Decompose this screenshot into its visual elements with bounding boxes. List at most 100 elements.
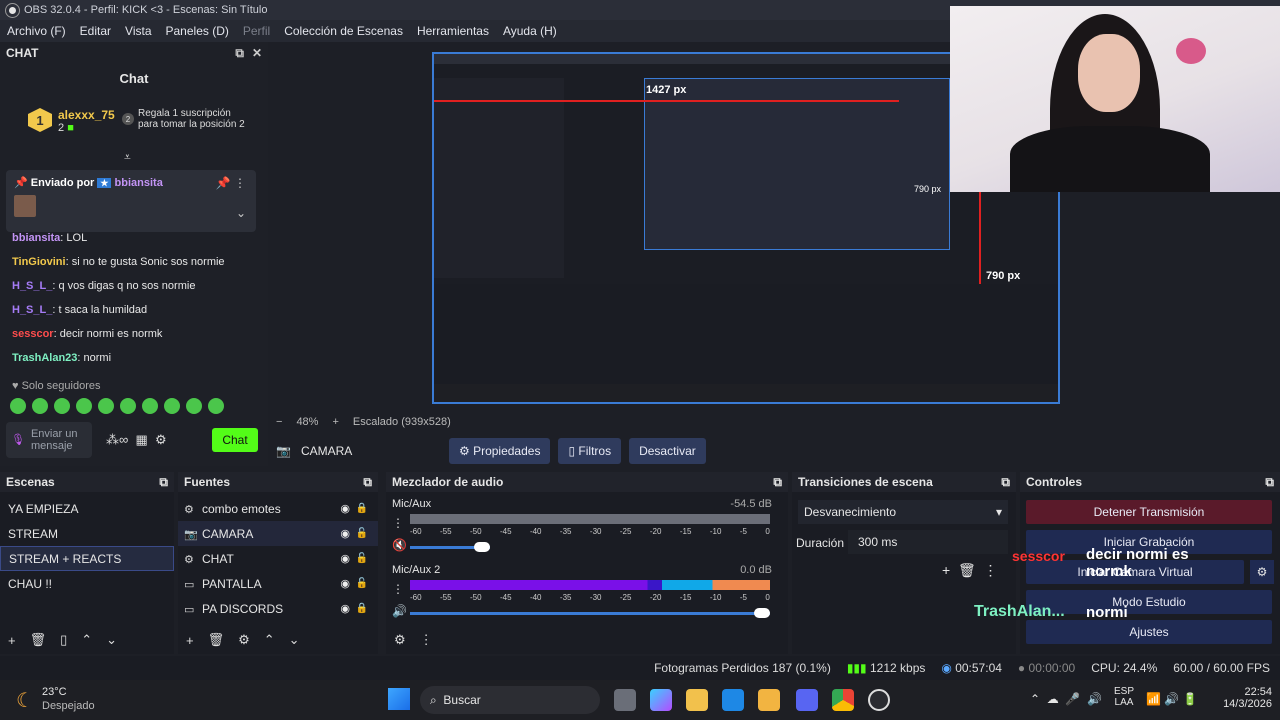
- float-icon[interactable]: ⧉: [363, 475, 372, 490]
- chat-tools-icons[interactable]: ⁂∞ ▦ ⚙: [106, 432, 167, 448]
- float-icon[interactable]: ⧉: [159, 475, 168, 490]
- taskbar-search[interactable]: ⌕ Buscar: [420, 686, 600, 714]
- trash-icon[interactable]: 🗑: [208, 632, 225, 648]
- properties-button[interactable]: ⚙ Propiedades: [448, 438, 551, 464]
- scene-item[interactable]: STREAM + REACTS: [0, 546, 174, 571]
- stop-streaming-button[interactable]: Detener Transmisión: [1026, 500, 1272, 524]
- source-item[interactable]: 📷 CAMARA ◉ 🔓: [178, 521, 378, 546]
- trash-icon[interactable]: 🗑: [30, 632, 47, 648]
- float-icon[interactable]: ⧉: [1265, 475, 1274, 490]
- zoom-in-icon[interactable]: +: [332, 416, 338, 428]
- float-icon[interactable]: ⧉: [1001, 475, 1010, 490]
- slider-handle[interactable]: [474, 542, 490, 552]
- tray-icons[interactable]: ⌃ ☁ 🎤 🔊: [1030, 692, 1102, 706]
- windows-start-icon[interactable]: [388, 688, 410, 710]
- add-icon[interactable]: +: [186, 633, 194, 648]
- chat-send-button[interactable]: Chat: [212, 428, 258, 452]
- menu-perfil[interactable]: Perfil: [236, 24, 277, 38]
- mic-icon[interactable]: 🎙: [11, 434, 25, 446]
- menu-paneles[interactable]: Paneles (D): [159, 24, 236, 38]
- network-icons[interactable]: 📶 🔊 🔋: [1146, 692, 1198, 706]
- eye-icon[interactable]: ◉: [340, 552, 350, 565]
- lock-icon[interactable]: 🔓: [356, 578, 368, 589]
- menu-archivo[interactable]: Archivo (F): [0, 24, 73, 38]
- pinned-user[interactable]: bbiansita: [115, 177, 163, 189]
- gear-icon[interactable]: ⚙: [1250, 560, 1274, 584]
- duration-input[interactable]: 300 ms: [848, 530, 1008, 554]
- eye-icon[interactable]: ◉: [340, 577, 350, 590]
- menu-editar[interactable]: Editar: [73, 24, 118, 38]
- filters-button[interactable]: ▯ Filtros: [558, 438, 622, 464]
- transition-select[interactable]: Desvanecimiento ▾: [798, 500, 1008, 524]
- up-icon[interactable]: ⌃: [264, 632, 275, 648]
- eye-icon[interactable]: ◉: [340, 602, 350, 615]
- slider-handle[interactable]: [754, 608, 770, 618]
- lock-icon[interactable]: 🔓: [356, 528, 368, 539]
- chrome-icon[interactable]: [832, 689, 854, 711]
- leader-name[interactable]: alexxx_75: [58, 108, 115, 122]
- up-icon[interactable]: ⌃: [81, 632, 92, 648]
- menu-dots-icon[interactable]: ⋮: [420, 632, 433, 648]
- mixer-toolbar: ⚙ ⋮: [386, 626, 788, 654]
- copilot-icon[interactable]: [650, 689, 672, 711]
- chevron-down-icon[interactable]: ⌄: [236, 206, 246, 220]
- scene-item[interactable]: STREAM: [0, 521, 174, 546]
- source-type-icon: ⚙: [184, 503, 194, 516]
- menu-coleccion-escenas[interactable]: Colección de Escenas: [277, 24, 410, 38]
- scene-item[interactable]: CHAU !!: [0, 571, 174, 596]
- menu-dots-icon[interactable]: ⋮: [392, 516, 404, 530]
- collapse-icon[interactable]: ⩡: [124, 150, 131, 165]
- file-explorer-icon[interactable]: [686, 689, 708, 711]
- clock[interactable]: 22:54 14/3/2026: [1220, 686, 1272, 710]
- lock-icon[interactable]: 🔒: [356, 503, 368, 514]
- gear-icon[interactable]: ⚙: [394, 632, 406, 648]
- deactivate-button[interactable]: Desactivar: [629, 438, 706, 464]
- source-item[interactable]: ⚙ CHAT ◉ 🔓: [178, 546, 378, 571]
- menu-ayuda[interactable]: Ayuda (H): [496, 24, 564, 38]
- speaker-icon[interactable]: 🔊: [392, 604, 407, 618]
- gear-icon[interactable]: ⚙: [238, 632, 250, 648]
- volume-slider[interactable]: [410, 612, 770, 615]
- emote-icon[interactable]: [76, 398, 92, 414]
- notepad-icon[interactable]: [722, 689, 744, 711]
- scenes-toolbar: + 🗑 ▯ ⌃ ⌄: [0, 626, 174, 654]
- down-icon[interactable]: ⌄: [289, 632, 300, 648]
- lock-icon[interactable]: 🔓: [356, 553, 368, 564]
- emote-icon[interactable]: [186, 398, 202, 414]
- scene-item[interactable]: YA EMPIEZA: [0, 496, 174, 521]
- transition-tools[interactable]: + 🗑 ⋮: [942, 562, 998, 579]
- emote-icon[interactable]: [10, 398, 26, 414]
- menu-vista[interactable]: Vista: [118, 24, 158, 38]
- discord-icon[interactable]: [796, 689, 818, 711]
- obs-taskbar-icon[interactable]: [868, 689, 890, 711]
- emote-icon[interactable]: [54, 398, 70, 414]
- source-item[interactable]: ▭ PA DISCORDS ◉ 🔒: [178, 596, 378, 621]
- menu-herramientas[interactable]: Herramientas: [410, 24, 496, 38]
- emote-icon[interactable]: [142, 398, 158, 414]
- filter-icon[interactable]: ▯: [60, 632, 67, 648]
- folder-icon[interactable]: [758, 689, 780, 711]
- float-icon[interactable]: ⧉: [235, 46, 244, 61]
- emote-icon[interactable]: [32, 398, 48, 414]
- lock-icon[interactable]: 🔒: [356, 603, 368, 614]
- language-indicator[interactable]: ESP LAA: [1114, 686, 1134, 708]
- close-icon[interactable]: ✕: [252, 46, 262, 61]
- emote-icon[interactable]: [98, 398, 114, 414]
- unpin-icon[interactable]: 📌 ⋮: [216, 176, 246, 190]
- source-item[interactable]: ⚙ combo emotes ◉ 🔒: [178, 496, 378, 521]
- menu-dots-icon[interactable]: ⋮: [392, 582, 404, 596]
- emote-icon[interactable]: [120, 398, 136, 414]
- mute-icon[interactable]: 🔇: [392, 538, 407, 552]
- eye-icon[interactable]: ◉: [340, 502, 350, 515]
- float-icon[interactable]: ⧉: [773, 475, 782, 490]
- source-item[interactable]: ▭ PANTALLA ◉ 🔓: [178, 571, 378, 596]
- add-icon[interactable]: +: [8, 633, 16, 648]
- emote-icon[interactable]: [164, 398, 180, 414]
- eye-icon[interactable]: ◉: [340, 527, 350, 540]
- chat-input[interactable]: 🎙 Enviar un mensaje: [6, 422, 92, 458]
- down-icon[interactable]: ⌄: [106, 632, 117, 648]
- zoom-out-icon[interactable]: −: [276, 416, 282, 428]
- emote-icon[interactable]: [208, 398, 224, 414]
- task-view-icon[interactable]: [614, 689, 636, 711]
- settings-button[interactable]: Ajustes: [1026, 620, 1272, 644]
